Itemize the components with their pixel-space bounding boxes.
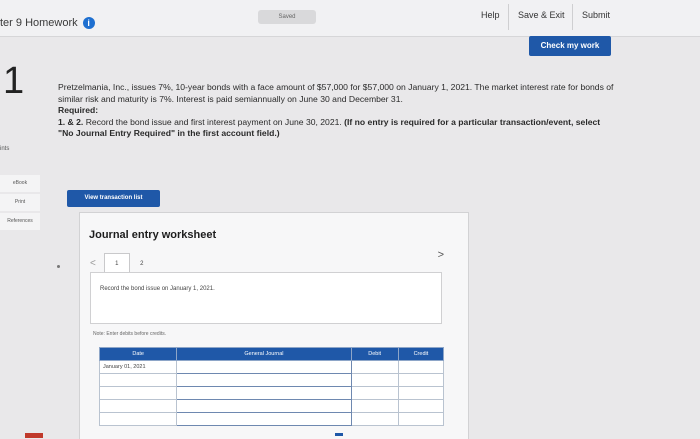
date-cell[interactable]: [98, 373, 178, 387]
instruction-text: Record the bond issue on January 1, 2021…: [100, 286, 215, 292]
divider: [572, 4, 573, 30]
date-cell[interactable]: [98, 412, 178, 426]
account-cell[interactable]: [176, 373, 352, 387]
debit-column-header: Debit: [350, 347, 399, 361]
question-body: Pretzelmania, Inc., issues 7%, 10-year b…: [58, 82, 614, 104]
journal-table: Date General Journal Debit Credit Januar…: [98, 347, 445, 426]
account-cell[interactable]: [176, 412, 352, 426]
debit-cell[interactable]: [350, 360, 399, 374]
requirement-text: 1. & 2. Record the bond issue and first …: [58, 117, 618, 140]
date-cell[interactable]: January 01, 2021: [98, 360, 178, 374]
chevron-left-icon[interactable]: <: [90, 258, 96, 269]
account-cell[interactable]: [176, 399, 352, 413]
debit-cell[interactable]: [350, 412, 399, 426]
chapter-title: ter 9 Homework i: [0, 17, 95, 29]
divider: [508, 4, 509, 30]
references-link[interactable]: References: [0, 213, 40, 230]
debit-cell[interactable]: [350, 399, 399, 413]
question-number: 1: [3, 60, 25, 102]
table-row: January 01, 2021: [98, 360, 445, 374]
chevron-right-icon[interactable]: >: [438, 249, 444, 261]
table-row: [98, 399, 445, 413]
credit-cell[interactable]: [397, 360, 445, 374]
view-transaction-list-button[interactable]: View transaction list: [67, 190, 160, 207]
worksheet-title: Journal entry worksheet: [89, 229, 217, 241]
chapter-title-text: ter 9 Homework: [0, 17, 78, 29]
journal-header-row: Date General Journal Debit Credit: [98, 347, 445, 361]
saved-indicator: Saved: [258, 10, 316, 24]
ebook-link[interactable]: eBook: [0, 175, 40, 192]
page-tab-2[interactable]: 2: [130, 254, 154, 274]
bottom-accent-mark: [25, 433, 43, 438]
credit-column-header: Credit: [397, 347, 445, 361]
question-text-block: Pretzelmania, Inc., issues 7%, 10-year b…: [58, 82, 618, 140]
credit-cell[interactable]: [397, 386, 445, 400]
account-cell[interactable]: [176, 360, 352, 374]
save-exit-button[interactable]: Save & Exit: [518, 10, 565, 20]
top-bar: ter 9 Homework i Saved Help Save & Exit …: [0, 0, 700, 37]
scroll-indicator: [335, 433, 343, 436]
help-link[interactable]: Help: [481, 10, 500, 20]
info-icon[interactable]: i: [82, 17, 95, 29]
requirement-prefix: 1. & 2.: [58, 116, 84, 127]
points-label: ints: [0, 146, 10, 152]
table-row: [98, 412, 445, 426]
table-row: [98, 373, 445, 387]
account-cell[interactable]: [176, 386, 352, 400]
check-my-work-button[interactable]: Check my work: [529, 36, 611, 56]
debit-cell[interactable]: [350, 373, 399, 387]
page-tab-1[interactable]: 1: [103, 253, 130, 274]
journal-entry-worksheet: Journal entry worksheet < 1 2 > Record t…: [57, 212, 469, 439]
date-column-header: Date: [98, 347, 178, 361]
table-row: [98, 386, 445, 400]
credit-cell[interactable]: [397, 373, 445, 387]
general-journal-column-header: General Journal: [176, 347, 352, 361]
bullet-dot: [57, 265, 60, 268]
requirement-body: Record the bond issue and first interest…: [83, 116, 345, 127]
credit-cell[interactable]: [397, 399, 445, 413]
note-text: Note: Enter debits before credits.: [93, 331, 167, 337]
worksheet-pager: < 1 2: [90, 253, 154, 274]
print-link[interactable]: Print: [0, 194, 40, 211]
debit-cell[interactable]: [350, 386, 399, 400]
required-heading: Required:: [58, 105, 99, 115]
submit-button[interactable]: Submit: [582, 10, 610, 20]
instruction-box: Record the bond issue on January 1, 2021…: [90, 272, 442, 324]
date-cell[interactable]: [98, 399, 178, 413]
date-cell[interactable]: [98, 386, 178, 400]
credit-cell[interactable]: [397, 412, 445, 426]
